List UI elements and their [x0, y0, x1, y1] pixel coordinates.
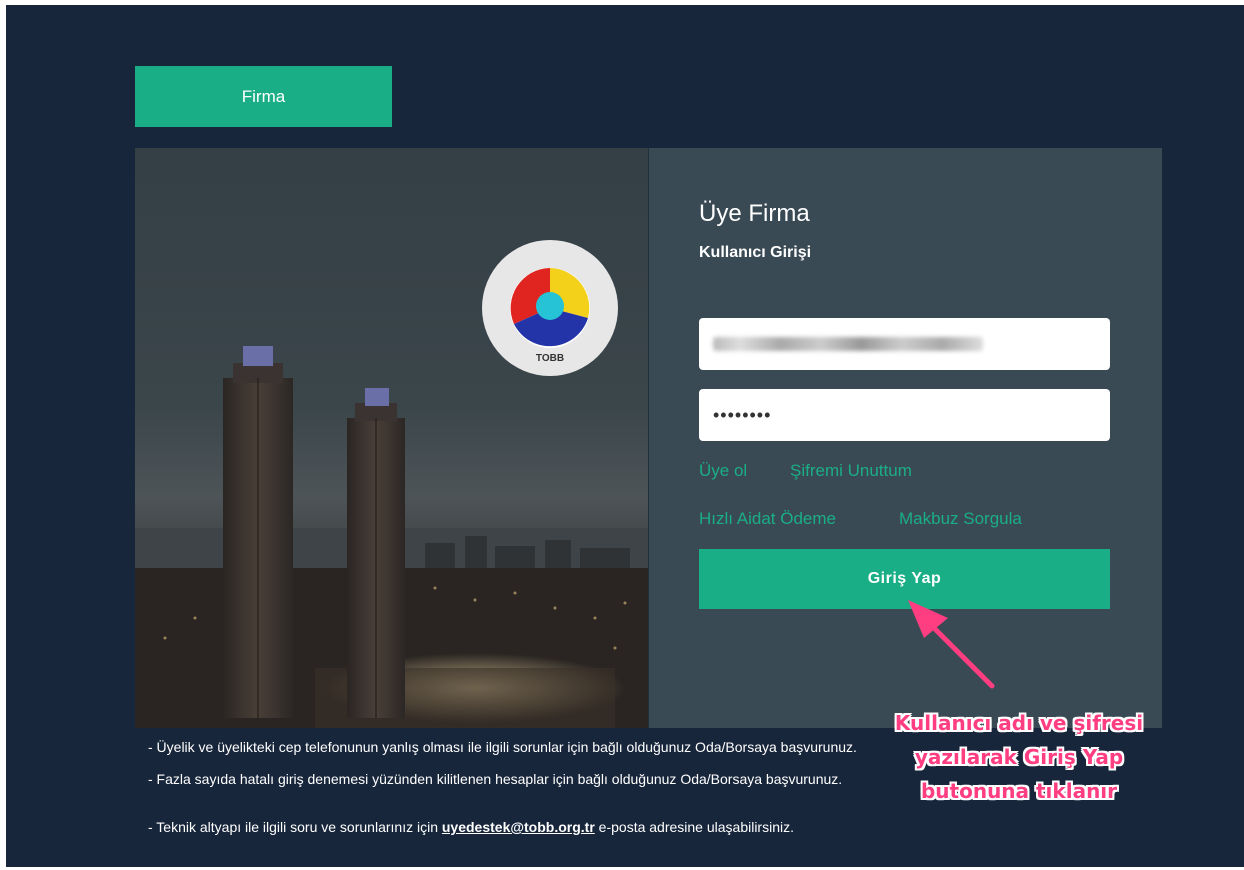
form-title: Üye Firma: [699, 200, 810, 227]
tab-firma[interactable]: Firma: [135, 66, 392, 127]
annotation-line: butonuna tıklanır: [920, 779, 1118, 803]
form-subtitle: Kullanıcı Girişi: [699, 244, 812, 261]
annotation-line: Kullanıcı adı ve şifresi: [894, 711, 1144, 735]
password-value: ••••••••: [713, 404, 772, 425]
password-input[interactable]: ••••••••: [699, 389, 1110, 441]
receipt-query-link[interactable]: Makbuz Sorgula: [899, 509, 1022, 529]
support-email-link[interactable]: uyedestek@tobb.org.tr: [442, 819, 595, 835]
quick-payment-link[interactable]: Hızlı Aidat Ödeme: [699, 509, 836, 529]
note-text: e-posta adresine ulaşabilirsiniz.: [594, 819, 794, 835]
register-link[interactable]: Üye ol: [699, 461, 747, 481]
annotation-line: yazılarak Giriş Yap: [914, 745, 1124, 769]
note-text: - Teknik altyapı ile ilgili soru ve soru…: [148, 819, 442, 835]
username-value: ••••••••••••••••••••••••••: [713, 337, 983, 351]
forgot-password-link[interactable]: Şifremi Unuttum: [790, 461, 912, 481]
note-line: - Fazla sayıda hatalı giriş denemesi yüz…: [148, 771, 843, 787]
note-line: - Teknik altyapı ile ilgili soru ve soru…: [148, 819, 794, 835]
username-input[interactable]: ••••••••••••••••••••••••••: [699, 318, 1110, 370]
login-button[interactable]: Giriş Yap: [699, 549, 1110, 609]
note-line: - Üyelik ve üyelikteki cep telefonunun y…: [148, 739, 857, 755]
annotation-callout: Kullanıcı adı ve şifresi yazılarak Giriş…: [888, 706, 1150, 808]
